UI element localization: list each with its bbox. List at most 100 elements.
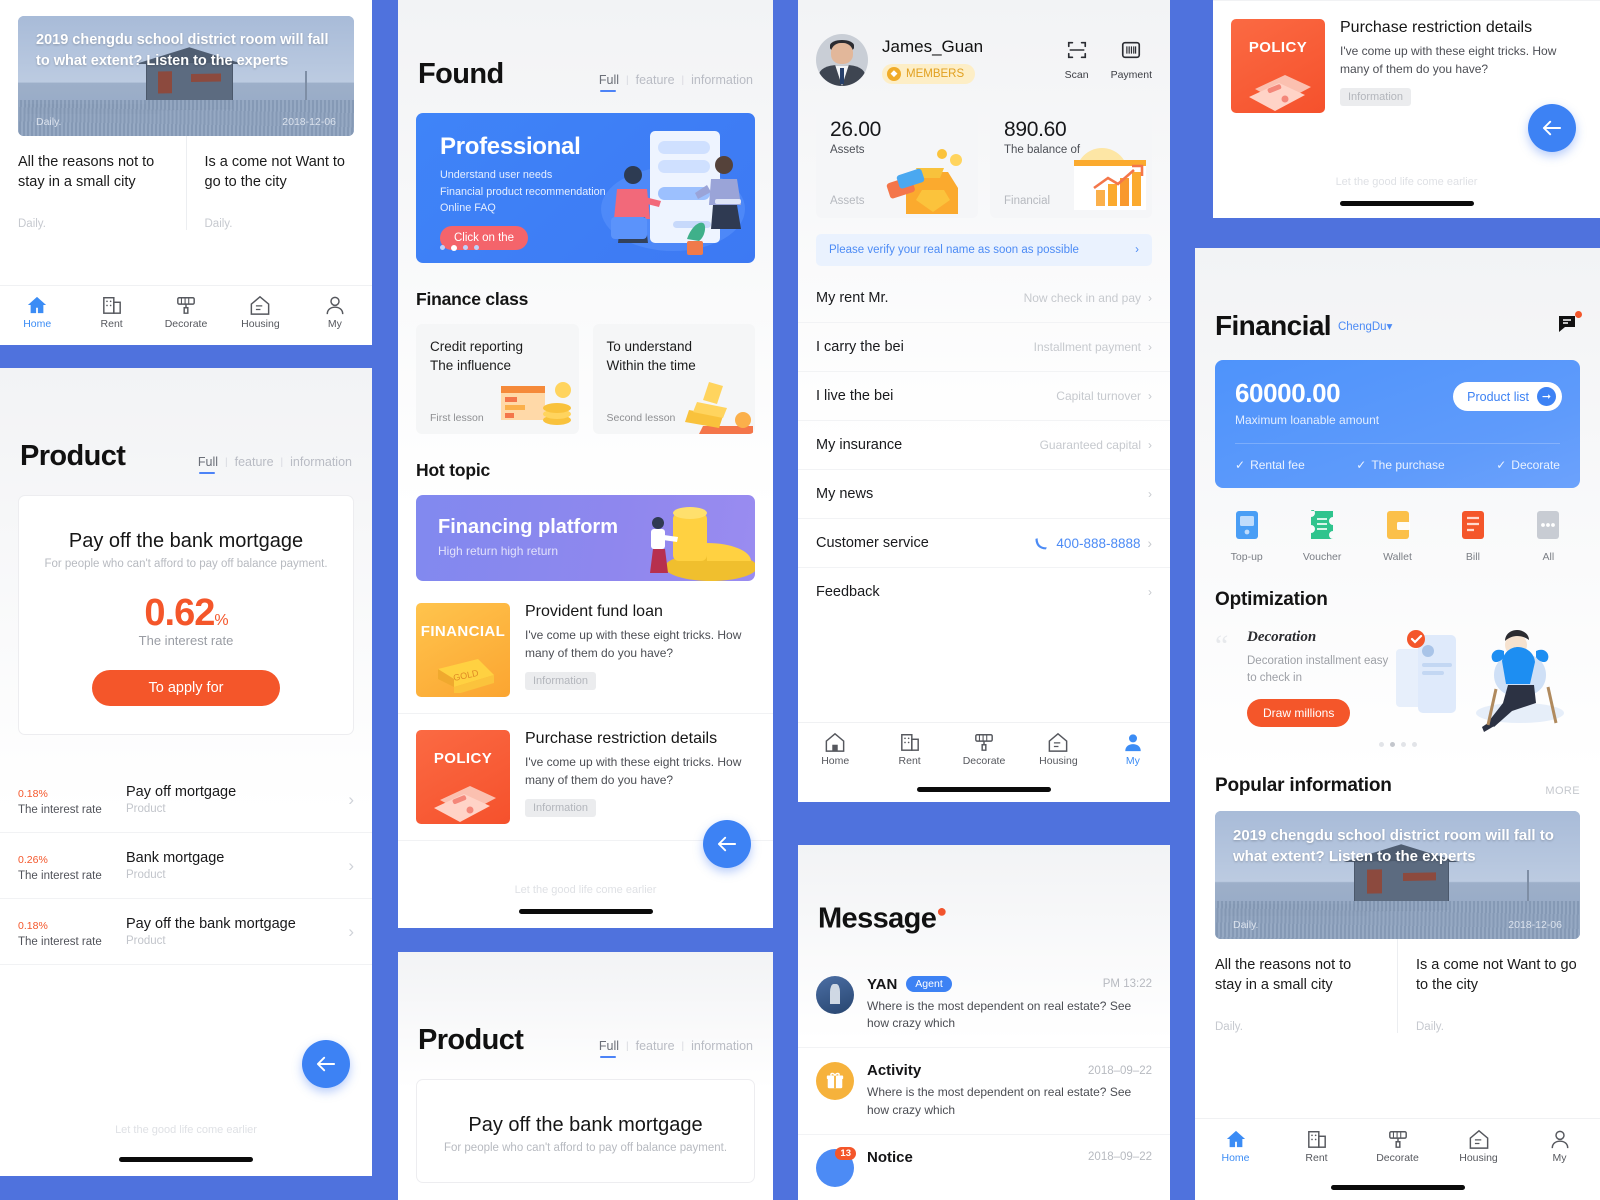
tab-full[interactable]: Full xyxy=(198,455,218,474)
hero-meta: Daily. 2018-12-06 xyxy=(36,116,336,128)
banner-title: Financing platform xyxy=(438,516,618,538)
sidebar-item-home[interactable]: Home xyxy=(0,295,74,330)
financing-platform-banner[interactable]: Financing platform High return high retu… xyxy=(416,495,755,581)
quick-action-all[interactable]: All xyxy=(1511,510,1586,563)
more-link[interactable]: MORE xyxy=(1545,785,1580,797)
payment-button[interactable]: Payment xyxy=(1111,39,1152,81)
row-rate: 0.18% The interest rate xyxy=(18,783,126,816)
sidebar-item-home[interactable]: Home xyxy=(1195,1129,1276,1164)
list-item[interactable]: FINANCIAL GOLD Provident fund loan I've … xyxy=(398,587,773,714)
row-body: Pay off the bank mortgage Product xyxy=(126,916,348,947)
news-hero-card[interactable]: 2019 chengdu school district room will f… xyxy=(18,16,354,136)
sidebar-item-home[interactable]: Home xyxy=(798,732,872,767)
loan-card[interactable]: 60000.00 Maximum loanable amount Product… xyxy=(1215,360,1580,488)
sidebar-item-housing[interactable]: Housing xyxy=(1438,1129,1519,1164)
sidebar-item-rent[interactable]: Rent xyxy=(1276,1129,1357,1164)
menu-value: Guaranteed capital xyxy=(1039,438,1141,452)
gem-icon: ◆ xyxy=(887,66,901,81)
sidebar-item-my[interactable]: My xyxy=(298,295,372,330)
city-selector[interactable]: ChengDu▾ xyxy=(1338,319,1392,333)
sidebar-item-rent[interactable]: Rent xyxy=(872,732,946,767)
relaxing-person-illustration xyxy=(1396,630,1564,732)
row-rate-unit: % xyxy=(38,854,48,866)
sidebar-item-decorate[interactable]: Decorate xyxy=(149,295,223,330)
menu-item-my-rent[interactable]: My rent Mr. Now check in and pay › xyxy=(798,274,1170,323)
quick-action-voucher[interactable]: Voucher xyxy=(1284,509,1359,563)
tab-feature[interactable]: feature xyxy=(636,1039,675,1053)
finance-class-card[interactable]: To understand Within the time Second les… xyxy=(592,324,755,434)
nav-label: My xyxy=(1552,1152,1567,1164)
news-item-1[interactable]: Is a come not Want to go to the city Dai… xyxy=(1397,939,1598,1033)
menu-item-live-bei[interactable]: I live the bei Capital turnover › xyxy=(798,372,1170,421)
sidebar-item-rent[interactable]: Rent xyxy=(74,295,148,330)
news-hero-card[interactable]: 2019 chengdu school district room will f… xyxy=(1215,811,1580,939)
news-item-0[interactable]: All the reasons not to stay in a small c… xyxy=(1197,939,1397,1033)
asset-card-balance[interactable]: 890.60 The balance of Financial xyxy=(990,106,1152,218)
avatar[interactable] xyxy=(816,34,868,86)
menu-item-carry-bei[interactable]: I carry the bei Installment payment › xyxy=(798,323,1170,372)
tab-full[interactable]: Full xyxy=(599,1039,619,1058)
topic-thumbnail: FINANCIAL GOLD xyxy=(416,603,510,697)
sidebar-item-decorate[interactable]: Decorate xyxy=(1357,1129,1438,1164)
menu-item-my-news[interactable]: My news › xyxy=(798,470,1170,519)
news-item-1[interactable]: Is a come not Want to go to the city Dai… xyxy=(185,136,373,230)
apply-button[interactable]: To apply for xyxy=(92,670,280,706)
list-item[interactable]: 13 Notice 2018–09–22 xyxy=(798,1135,1170,1200)
scan-button[interactable]: Scan xyxy=(1065,39,1089,81)
carousel-dots[interactable] xyxy=(440,245,479,251)
voucher-icon xyxy=(1311,509,1334,539)
arrow-left-icon xyxy=(717,836,737,852)
news-item-title: Is a come not Want to go to the city xyxy=(1416,957,1577,993)
back-button[interactable] xyxy=(302,1040,350,1088)
finance-class-card[interactable]: Credit reporting The influence First les… xyxy=(416,324,579,434)
optimization-card[interactable]: “ Decoration Decoration installment easy… xyxy=(1215,625,1580,747)
messages-button[interactable] xyxy=(1556,310,1582,340)
table-row[interactable]: 0.18% The interest rate Pay off the bank… xyxy=(0,899,372,965)
nav-label: Home xyxy=(23,318,52,330)
sidebar-item-my[interactable]: My xyxy=(1519,1129,1600,1164)
news-item-0[interactable]: All the reasons not to stay in a small c… xyxy=(0,136,186,230)
table-row[interactable]: 0.18% The interest rate Pay off mortgage… xyxy=(0,767,372,833)
menu-item-customer-service[interactable]: Customer service 400-888-8888 › xyxy=(798,519,1170,568)
carousel-dots[interactable] xyxy=(1378,742,1417,747)
loan-features: ✓ Rental fee ✓ The purchase ✓ Decorate xyxy=(1235,443,1560,472)
featured-product-card[interactable]: Pay off the bank mortgage For people who… xyxy=(416,1079,755,1183)
asset-card-assets[interactable]: 26.00 Assets Assets xyxy=(816,106,978,218)
quick-action-topup[interactable]: Top-up xyxy=(1209,510,1284,563)
sidebar-item-my[interactable]: My xyxy=(1096,732,1170,767)
draw-millions-button[interactable]: Draw millions xyxy=(1247,699,1351,727)
tab-feature[interactable]: feature xyxy=(636,73,675,87)
loan-feature: ✓ Rental fee xyxy=(1235,458,1305,472)
list-item[interactable]: YAN Agent PM 13:22 Where is the most dep… xyxy=(798,962,1170,1049)
tab-separator: | xyxy=(225,456,228,468)
nav-label: Housing xyxy=(241,318,280,330)
message-preview: Where is the most dependent on real esta… xyxy=(867,998,1132,1031)
sidebar-item-housing[interactable]: Housing xyxy=(1021,732,1095,767)
sidebar-item-decorate[interactable]: Decorate xyxy=(947,732,1021,767)
list-item[interactable]: Activity 2018–09–22 Where is the most de… xyxy=(798,1048,1170,1135)
table-row[interactable]: 0.26% The interest rate Bank mortgage Pr… xyxy=(0,833,372,899)
featured-product-card[interactable]: Pay off the bank mortgage For people who… xyxy=(18,495,354,735)
sidebar-item-housing[interactable]: Housing xyxy=(223,295,297,330)
back-button[interactable] xyxy=(703,820,751,868)
verify-banner[interactable]: Please verify your real name as soon as … xyxy=(816,234,1152,266)
tab-feature[interactable]: feature xyxy=(235,455,274,469)
menu-item-feedback[interactable]: Feedback › xyxy=(798,568,1170,616)
menu-value: Installment payment xyxy=(1033,340,1141,354)
tab-full[interactable]: Full xyxy=(599,73,619,92)
tab-information[interactable]: information xyxy=(691,73,753,87)
panel-found-tail: POLICY Purchase restriction details I've… xyxy=(1213,0,1600,218)
back-button[interactable] xyxy=(1528,104,1576,152)
tab-information[interactable]: information xyxy=(691,1039,753,1053)
menu-item-insurance[interactable]: My insurance Guaranteed capital › xyxy=(798,421,1170,470)
professional-banner[interactable]: Professional Understand user needs Finan… xyxy=(416,113,755,263)
tab-information[interactable]: information xyxy=(290,455,352,469)
phone-number[interactable]: 400-888-8888 xyxy=(1056,536,1140,551)
quick-action-bill[interactable]: Bill xyxy=(1435,510,1510,563)
product-list-button[interactable]: Product list ➞ xyxy=(1453,382,1562,411)
news-list: All the reasons not to stay in a small c… xyxy=(1195,939,1600,1033)
quick-action-wallet[interactable]: Wallet xyxy=(1360,510,1435,563)
banner-line-2: Financial product recommendation xyxy=(440,185,606,198)
row-desc: Product xyxy=(126,803,166,815)
card-lesson: Second lesson xyxy=(606,412,676,424)
